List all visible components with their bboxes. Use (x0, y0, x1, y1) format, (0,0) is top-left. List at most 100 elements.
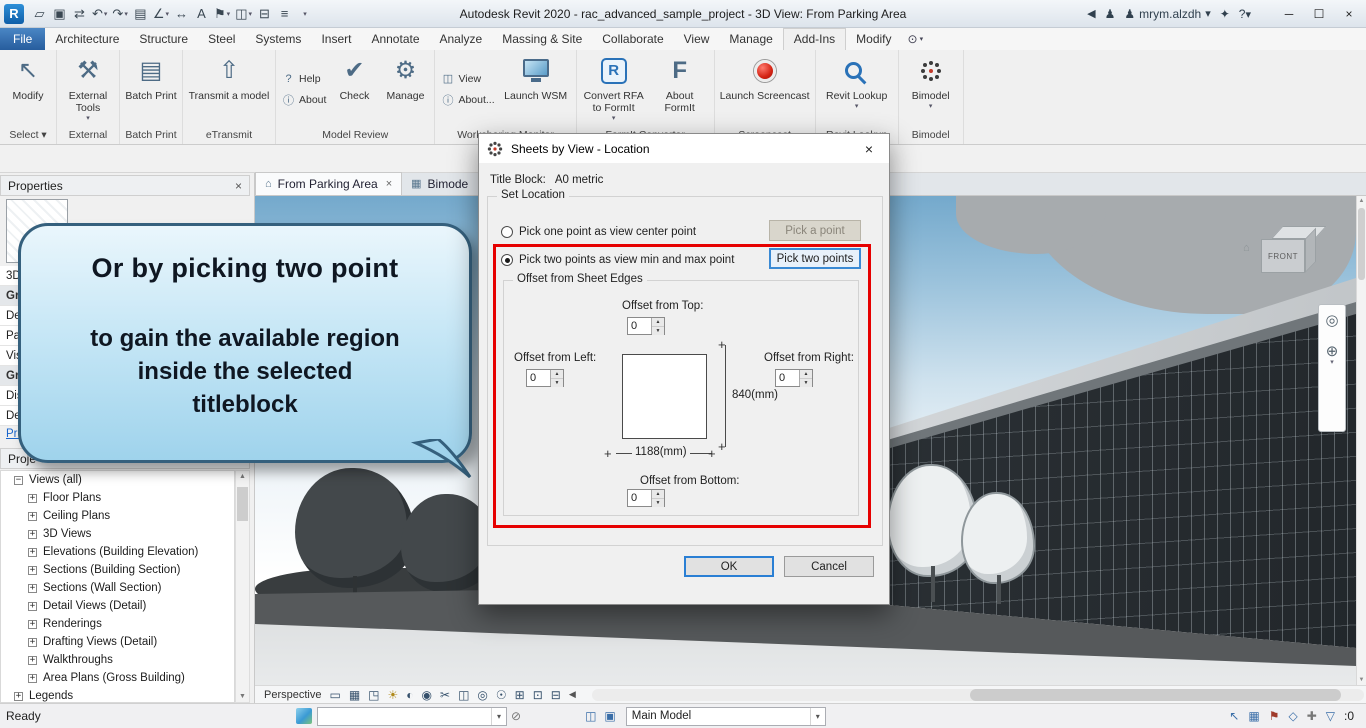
scrollbar-thumb[interactable] (970, 688, 1341, 701)
text-note-icon[interactable]: A (192, 3, 211, 25)
section-icon[interactable]: ⊟ (255, 3, 274, 25)
tab-add-ins[interactable]: Add-Ins (782, 28, 847, 50)
scroll-down-icon[interactable]: ▼ (236, 693, 249, 700)
active-workset-combobox[interactable]: ▾ (317, 706, 507, 726)
dialog-title-bar[interactable]: Sheets by View - Location × (479, 134, 889, 163)
properties-panel-header[interactable]: Properties × (0, 175, 250, 196)
tree-item-sections-building[interactable]: + Sections (Building Section) (1, 561, 234, 579)
collapse-expander-icon[interactable]: − (14, 475, 23, 485)
open-file-icon[interactable]: ▱ (30, 3, 49, 25)
launch-screencast-button[interactable]: Launch Screencast (719, 53, 811, 127)
redo-icon[interactable]: ↷ ▾ (110, 3, 129, 25)
design-option-combobox[interactable]: Main Model ▾ (625, 706, 826, 726)
tab-systems[interactable]: Systems (245, 28, 311, 50)
drag-on-selection-icon[interactable]: ✚ (1307, 709, 1317, 723)
analytical-model-icon[interactable]: ⊟ (551, 689, 561, 701)
steering-wheel-icon[interactable]: ◎ (1325, 313, 1338, 328)
transmit-model-button[interactable]: ⇧ Transmit a model (187, 53, 271, 127)
wsm-about-button[interactable]: ⓘ About... (441, 92, 494, 108)
minimize-button[interactable]: ─ (1274, 2, 1304, 26)
scrollbar-thumb[interactable] (1358, 208, 1365, 280)
select-pinned-icon[interactable]: ⚑ (1269, 709, 1280, 723)
view-scale-icon[interactable]: ▭ (329, 689, 340, 701)
perspective-label[interactable]: Perspective (264, 689, 321, 701)
tag-icon[interactable]: ⚑ ▾ (212, 3, 232, 25)
selection-toggle-icon[interactable]: ⊙ ▾ (908, 28, 924, 50)
worksets-icon[interactable] (296, 708, 312, 724)
worksharing-display-icon[interactable]: ⊞ (515, 689, 525, 701)
tree-item-legends[interactable]: + Legends (1, 687, 234, 702)
tree-item-detail-views[interactable]: + Detail Views (Detail) (1, 597, 234, 615)
view-tab-from-parking-area[interactable]: ⌂ From Parking Area × (255, 172, 403, 195)
expand-icon[interactable]: + (28, 511, 37, 521)
modify-button[interactable]: ↖ Modify (4, 53, 52, 127)
sync-with-central-icon[interactable]: ⇄ (70, 3, 89, 25)
tab-analyze[interactable]: Analyze (430, 28, 493, 50)
tree-item-views[interactable]: − Views (all) (1, 471, 234, 489)
select-links-icon[interactable]: ↖ (1229, 709, 1239, 723)
expand-icon[interactable]: + (28, 547, 37, 557)
view-cube[interactable]: ⌂ FRONT (1243, 226, 1327, 284)
expand-icon[interactable]: + (28, 673, 37, 683)
tree-scrollbar[interactable]: ▲ ▼ (235, 470, 250, 703)
tab-file[interactable]: File (0, 28, 46, 50)
tree-item-sections-wall[interactable]: + Sections (Wall Section) (1, 579, 234, 597)
tree-item-renderings[interactable]: + Renderings (1, 615, 234, 633)
expand-icon[interactable]: + (28, 601, 37, 611)
radio-icon[interactable] (501, 226, 513, 238)
tab-view[interactable]: View (674, 28, 720, 50)
tree-item-floor-plans[interactable]: + Floor Plans (1, 489, 234, 507)
expand-icon[interactable]: + (28, 655, 37, 665)
about-formit-button[interactable]: F About FormIt (650, 53, 710, 127)
home-icon[interactable]: ⌂ (1243, 242, 1250, 254)
tab-manage[interactable]: Manage (719, 28, 782, 50)
expand-icon[interactable]: + (28, 637, 37, 647)
shadows-icon[interactable]: ◐ (406, 689, 413, 701)
customize-qat-icon[interactable]: ▾ (295, 3, 314, 25)
check-button[interactable]: ✔ Check (331, 53, 377, 127)
reveal-hidden-elements-icon[interactable]: ☉ (496, 689, 507, 701)
zoom-icon[interactable]: ⊕ ▾ (1326, 344, 1339, 366)
pick-one-point-radio[interactable]: Pick one point as view center point (501, 226, 696, 238)
panel-label[interactable]: Select ▾ (0, 127, 56, 144)
print-icon[interactable]: ▤ (131, 3, 150, 25)
tree-item-drafting-views[interactable]: + Drafting Views (Detail) (1, 633, 234, 651)
aligned-dimension-icon[interactable]: ↔ (172, 3, 191, 25)
filter-icon[interactable]: ▽ (1326, 709, 1335, 723)
tree-item-walkthroughs[interactable]: + Walkthroughs (1, 651, 234, 669)
cancel-button[interactable]: Cancel (784, 556, 874, 577)
visual-style-icon[interactable]: ◳ (368, 689, 379, 701)
tab-massing-site[interactable]: Massing & Site (492, 28, 592, 50)
expand-icon[interactable]: + (28, 493, 37, 503)
tree-item-3d-views[interactable]: +3D Views (1, 525, 234, 543)
view-cube-front-face[interactable]: FRONT (1261, 239, 1305, 273)
temporary-hide-isolate-icon[interactable]: ◎ (477, 689, 487, 701)
design-options-icon[interactable]: ◫ (585, 709, 596, 723)
expand-icon[interactable]: + (28, 565, 37, 575)
scrollbar-thumb[interactable] (237, 487, 248, 521)
revit-lookup-button[interactable]: Revit Lookup ▾ (820, 53, 894, 127)
select-by-face-icon[interactable]: ◇ (1288, 709, 1297, 723)
user-account-button[interactable]: ♟ mrym.alzdh ▾ (1124, 7, 1210, 21)
maximize-button[interactable]: ☐ (1304, 2, 1334, 26)
tree-item-area-plans[interactable]: + Area Plans (Gross Building) (1, 669, 234, 687)
scroll-up-icon[interactable]: ▲ (1357, 198, 1366, 204)
external-tools-button[interactable]: ⚒ External Tools ▾ (61, 53, 115, 127)
bimodel-button[interactable]: Bimodel ▾ (903, 53, 959, 127)
collapse-toolbar-icon[interactable]: ◀ (569, 689, 576, 700)
undo-icon[interactable]: ↶ ▾ (90, 3, 109, 25)
scroll-down-icon[interactable]: ▼ (1357, 677, 1366, 683)
thin-lines-icon[interactable]: ≡ (275, 3, 294, 25)
save-icon[interactable]: ▣ (50, 3, 69, 25)
collapse-titlebar-icon[interactable]: ◀ (1087, 7, 1095, 20)
render-icon[interactable]: ◉ (422, 689, 432, 701)
people-icon[interactable]: ♟ (1105, 7, 1116, 21)
measure-icon[interactable]: ∠ ▾ (151, 3, 171, 25)
manage-button[interactable]: ⚙ Manage (380, 53, 430, 127)
expand-icon[interactable]: + (28, 583, 37, 593)
tab-annotate[interactable]: Annotate (361, 28, 429, 50)
viewport-vertical-scrollbar[interactable]: ▲ ▼ (1356, 196, 1366, 685)
launch-wsm-button[interactable]: Launch WSM (500, 53, 572, 127)
tab-structure[interactable]: Structure (129, 28, 198, 50)
close-icon[interactable]: × (852, 135, 886, 162)
